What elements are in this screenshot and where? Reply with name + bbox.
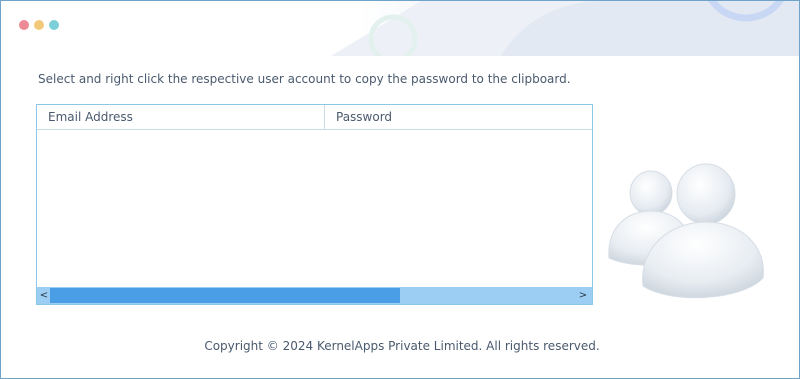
header-decoration <box>1 1 799 56</box>
close-window-button[interactable] <box>19 20 29 30</box>
column-header-email[interactable]: Email Address <box>37 105 325 129</box>
app-window: Select and right click the respective us… <box>0 0 800 379</box>
title-bar <box>1 1 799 56</box>
minimize-window-button[interactable] <box>34 20 44 30</box>
maximize-window-button[interactable] <box>49 20 59 30</box>
copyright-footer: Copyright © 2024 KernelApps Private Limi… <box>1 339 799 353</box>
horizontal-scrollbar[interactable]: < > <box>37 287 592 304</box>
table-body[interactable] <box>37 130 592 286</box>
accounts-table: Email Address Password < > <box>36 104 593 305</box>
users-icon <box>608 163 764 299</box>
column-header-password[interactable]: Password <box>325 105 592 129</box>
scroll-left-button[interactable]: < <box>38 287 50 304</box>
copyright-text: Copyright © 2024 KernelApps Private Limi… <box>204 339 600 353</box>
instructions-text: Select and right click the respective us… <box>38 72 571 86</box>
table-header: Email Address Password <box>37 105 592 130</box>
scrollbar-thumb[interactable] <box>50 288 400 303</box>
scroll-right-button[interactable]: > <box>577 287 589 304</box>
